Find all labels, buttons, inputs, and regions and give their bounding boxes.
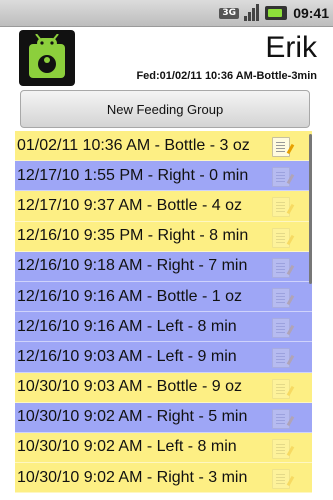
scrollbar[interactable] — [309, 134, 312, 284]
edit-note-icon[interactable] — [272, 257, 290, 278]
feeding-list: 01/02/11 10:36 AM - Bottle - 3 oz 12/17/1… — [15, 131, 312, 494]
edit-note-icon[interactable] — [272, 287, 290, 308]
feeding-row[interactable]: 12/16/10 9:35 PM - Right - 8 min — [15, 221, 312, 252]
feeding-row[interactable]: 12/16/10 9:16 AM - Left - 8 min — [15, 312, 312, 343]
feeding-label: 10/30/10 9:02 AM - Right - 5 min — [17, 408, 248, 426]
feeding-row[interactable]: 10/30/10 9:02 AM - Right - 5 min — [15, 402, 312, 433]
feeding-row[interactable]: 10/30/10 9:02 AM - Left - 8 min — [15, 432, 312, 464]
feeding-row[interactable]: 10/30/10 9:02 AM - Right - 3 min — [15, 463, 312, 494]
edit-note-icon[interactable] — [272, 469, 290, 490]
status-bar: 3G 09:41 — [0, 0, 333, 27]
feeding-row[interactable]: 12/16/10 9:18 AM - Right - 7 min — [15, 251, 312, 282]
feeding-label: 12/16/10 9:16 AM - Bottle - 1 oz — [17, 287, 243, 305]
edit-note-icon[interactable] — [272, 348, 290, 369]
feeding-row[interactable]: 12/17/10 9:37 AM - Bottle - 4 oz — [15, 191, 312, 222]
edit-note-icon[interactable] — [272, 438, 290, 459]
feeding-label: 12/16/10 9:03 AM - Left - 9 min — [17, 347, 237, 365]
feeding-label: 01/02/11 10:36 AM - Bottle - 3 oz — [17, 136, 250, 154]
feeding-row[interactable]: 01/02/11 10:36 AM - Bottle - 3 oz — [15, 131, 312, 162]
battery-icon — [265, 6, 288, 20]
header: Erik Fed:01/02/11 10:36 AM-Bottle-3min — [0, 27, 333, 87]
feeding-label: 12/16/10 9:18 AM - Right - 7 min — [17, 257, 248, 275]
feeding-label: 12/17/10 1:55 PM - Right - 0 min — [17, 166, 249, 184]
edit-note-icon[interactable] — [272, 378, 290, 399]
baby-name: Erik — [265, 31, 317, 64]
network-3g-icon: 3G — [219, 7, 240, 19]
clock: 09:41 — [293, 5, 329, 21]
signal-icon — [243, 4, 261, 22]
feeding-label: 10/30/10 9:03 AM - Bottle - 9 oz — [17, 378, 243, 396]
edit-note-icon[interactable] — [272, 197, 290, 218]
feeding-label: 10/30/10 9:02 AM - Left - 8 min — [17, 438, 237, 456]
new-feeding-group-button[interactable]: New Feeding Group — [20, 90, 310, 128]
feeding-label: 10/30/10 9:02 AM - Right - 3 min — [17, 468, 248, 486]
last-fed-status: Fed:01/02/11 10:36 AM-Bottle-3min — [136, 70, 317, 82]
feeding-row[interactable]: 12/17/10 1:55 PM - Right - 0 min — [15, 161, 312, 192]
feeding-row[interactable]: 12/16/10 9:16 AM - Bottle - 1 oz — [15, 281, 312, 313]
edit-note-icon[interactable] — [272, 318, 290, 339]
feeding-label: 12/16/10 9:35 PM - Right - 8 min — [17, 227, 249, 245]
feeding-label: 12/17/10 9:37 AM - Bottle - 4 oz — [17, 196, 243, 214]
edit-note-icon[interactable] — [272, 137, 290, 157]
feeding-row[interactable]: 10/30/10 9:03 AM - Bottle - 9 oz — [15, 372, 312, 403]
edit-note-icon[interactable] — [272, 227, 290, 248]
edit-note-icon[interactable] — [272, 408, 290, 429]
status-icons: 3G 09:41 — [219, 3, 329, 23]
feeding-label: 12/16/10 9:16 AM - Left - 8 min — [17, 317, 237, 335]
edit-note-icon[interactable] — [272, 167, 290, 188]
feeding-row[interactable]: 12/16/10 9:03 AM - Left - 9 min — [15, 342, 312, 373]
app-logo-icon — [19, 30, 75, 86]
